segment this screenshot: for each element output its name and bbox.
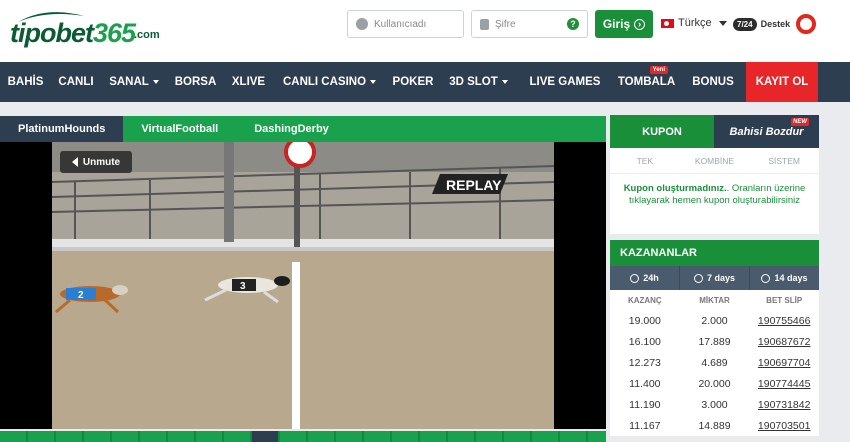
header: tipobet365 .com Kullanıcıadı Şifre ? Gir… (0, 0, 850, 62)
login-arrow-icon: › (634, 18, 646, 30)
filter-14-days[interactable]: 14 days (750, 266, 819, 290)
nav-item-borsa[interactable]: BORSA (167, 62, 224, 102)
nav-item-bahis[interactable]: BAHİS (0, 62, 51, 102)
support-badge: 7/24 (733, 17, 757, 31)
game-tabs: PlatinumHounds VirtualFootball DashingDe… (0, 116, 606, 142)
race-video[interactable]: 2 3 REPLAY Unmute (0, 142, 606, 429)
winners-title: KAZANANLAR (610, 240, 819, 266)
table-row: 12.273 4.689 190697704 (610, 352, 819, 373)
clock-icon (693, 273, 703, 283)
unmute-label: Unmute (82, 156, 121, 168)
speaker-icon (71, 157, 78, 167)
username-field[interactable]: Kullanıcıadı (347, 10, 464, 38)
chevron-down-icon (152, 80, 159, 84)
logo-text: tipobet365 (10, 18, 136, 48)
bet-slip-link[interactable]: 190774445 (749, 373, 819, 394)
nav-item-poker[interactable]: POKER (386, 62, 440, 102)
bet-slip-link[interactable]: 190755466 (749, 310, 819, 331)
username-placeholder: Kullanıcıadı (374, 18, 427, 30)
coupon-tabs: KUPON Bahisi Bozdur NEW (610, 115, 819, 148)
clock-icon (630, 273, 640, 283)
coupon-empty-message: Kupon oluşturmadınız.. Oranların üzerine… (610, 174, 819, 234)
filter-24h[interactable]: 24h (610, 266, 679, 290)
column-bet-slip: BET SLİP (766, 295, 803, 305)
bet-slip-link[interactable]: 190687672 (749, 331, 819, 352)
nav-item-canli[interactable]: CANLI (51, 62, 101, 102)
bottom-strip (0, 431, 606, 442)
tab-dashing-derby[interactable]: DashingDerby (236, 116, 347, 142)
logo-domain: .com (134, 29, 160, 41)
nav-item-canli-casino[interactable]: CANLI CASINO (273, 62, 386, 102)
support-link[interactable]: 7/24 Destek (733, 14, 817, 34)
nav-item-bonus[interactable]: BONUS (680, 62, 746, 102)
chevron-down-icon (501, 80, 508, 84)
password-field[interactable]: Şifre ? (471, 10, 588, 38)
table-row: 11.190 3.000 190731842 (610, 394, 819, 415)
column-kazanc: KAZANÇ (627, 295, 662, 305)
chevron-down-icon (718, 20, 727, 26)
winners-table: 19.000 2.000 190755466 16.100 17.889 190… (610, 310, 819, 436)
race-scene: 2 3 REPLAY (0, 142, 606, 429)
nav-item-sanal[interactable]: SANAL (101, 62, 167, 102)
chevron-down-icon (370, 80, 377, 84)
replay-label: REPLAY (446, 177, 502, 193)
language-label: Türkçe (678, 17, 712, 29)
language-selector[interactable]: Türkçe (661, 17, 727, 29)
table-row: 16.100 17.889 190687672 (610, 331, 819, 352)
password-placeholder: Şifre (495, 18, 516, 30)
tab-bahisi-bozdur[interactable]: Bahisi Bozdur NEW (714, 115, 819, 148)
dog-number-2: 2 (78, 290, 84, 301)
tab-tek[interactable]: TEK (610, 148, 680, 173)
nav-item-3d-slot[interactable]: 3D SLOT (440, 62, 517, 102)
nav-item-tombala[interactable]: TOMBALA Yeni (613, 62, 680, 102)
bet-slip-link[interactable]: 190697704 (749, 352, 819, 373)
main-nav: BAHİS CANLI SANAL BORSA XLIVE CANLI CASI… (0, 62, 850, 102)
bet-slip-link[interactable]: 190703501 (749, 415, 819, 436)
dog-number-3: 3 (240, 281, 246, 292)
winners-filters: 24h 7 days 14 days (610, 266, 819, 290)
coupon-type-tabs: TEK KOMBİNE SİSTEM (610, 148, 819, 174)
table-row: 11.167 14.889 190703501 (610, 415, 819, 436)
bet-slip-link[interactable]: 190731842 (749, 394, 819, 415)
tab-virtual-football[interactable]: VirtualFootball (123, 116, 236, 142)
tab-kupon[interactable]: KUPON (610, 115, 714, 148)
password-help-icon[interactable]: ? (567, 18, 579, 30)
filter-7-days[interactable]: 7 days (680, 266, 749, 290)
unmute-button[interactable]: Unmute (60, 151, 132, 173)
new-badge: NEW (791, 118, 809, 126)
tab-sistem[interactable]: SİSTEM (749, 148, 819, 173)
lifebuoy-icon (796, 14, 817, 34)
support-label: Destek (760, 19, 791, 29)
tab-kombine[interactable]: KOMBİNE (680, 148, 750, 173)
lock-icon (480, 18, 489, 30)
login-button[interactable]: Giriş › (595, 10, 653, 38)
turkey-flag-icon (661, 18, 674, 28)
site-logo[interactable]: tipobet365 .com (10, 10, 160, 50)
column-miktar: MİKTAR (699, 295, 730, 305)
login-button-label: Giriş (602, 17, 631, 31)
user-icon (356, 18, 368, 30)
tab-platinum-hounds[interactable]: PlatinumHounds (0, 116, 124, 142)
nav-item-live-games[interactable]: LIVE GAMES (517, 62, 613, 102)
nav-item-xlive[interactable]: XLIVE (224, 62, 273, 102)
new-badge: Yeni (649, 66, 668, 74)
table-row: 19.000 2.000 190755466 (610, 310, 819, 331)
table-row: 11.400 20.000 190774445 (610, 373, 819, 394)
nav-item-kayit-ol[interactable]: KAYIT OL (746, 62, 818, 102)
winners-columns: KAZANÇ MİKTAR BET SLİP (610, 290, 819, 310)
clock-icon (761, 273, 771, 283)
